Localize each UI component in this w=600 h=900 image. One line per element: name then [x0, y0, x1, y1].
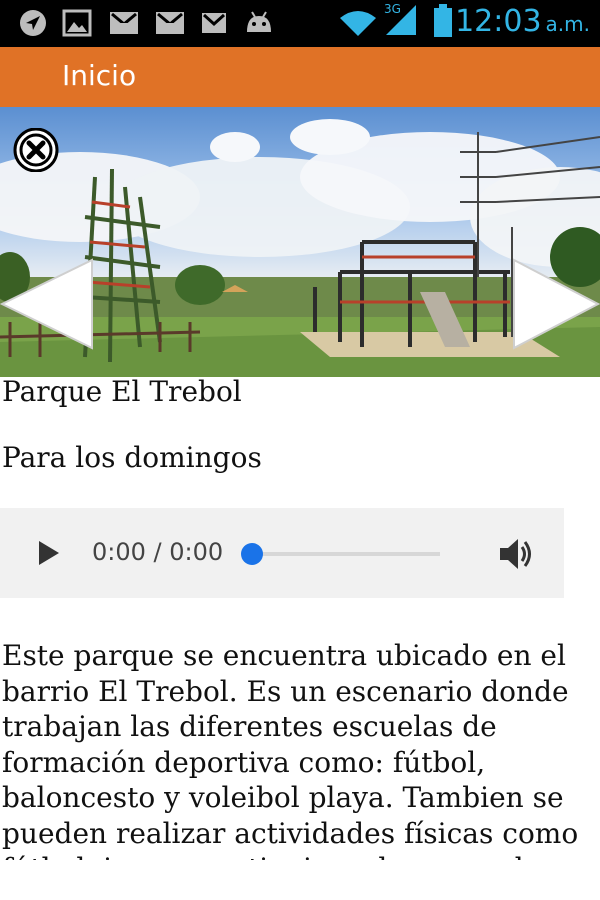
network-type-label: 3G [384, 2, 401, 16]
clock-ampm: a.m. [545, 12, 590, 36]
status-bar: 3G 12:03 a.m. [0, 0, 600, 47]
wifi-icon [338, 8, 378, 38]
close-button[interactable] [12, 128, 62, 172]
navigation-icon [18, 8, 48, 38]
clock: 12:03 a.m. [455, 4, 590, 39]
place-title: Parque El Trebol [2, 375, 242, 408]
android-icon [243, 8, 275, 38]
play-icon [39, 541, 59, 565]
audio-progress-thumb[interactable] [241, 543, 263, 565]
signal-icon: 3G [382, 2, 420, 35]
battery-icon [432, 4, 454, 37]
gmail-icon [154, 8, 186, 38]
gmail-icon [108, 8, 140, 38]
action-bar: Inicio [0, 47, 600, 107]
volume-icon [500, 539, 531, 569]
park-photo [0, 107, 600, 377]
gmail-icon [200, 8, 228, 38]
audio-progress-track[interactable] [250, 552, 440, 556]
play-button[interactable] [34, 538, 64, 568]
audio-player: 0:00 / 0:00 [0, 508, 564, 598]
page-title[interactable]: Inicio [62, 59, 136, 92]
arrow-right-icon [513, 258, 600, 350]
previous-button[interactable] [0, 258, 95, 350]
arrow-left-icon [0, 258, 93, 350]
place-description: Este parque se encuentra ubicado en el b… [2, 639, 579, 860]
image-icon [62, 8, 92, 38]
next-button[interactable] [512, 258, 600, 350]
clock-time: 12:03 [455, 4, 542, 39]
audio-time: 0:00 / 0:00 [92, 538, 224, 566]
volume-button[interactable] [496, 534, 536, 574]
close-icon [13, 128, 59, 172]
place-subtitle: Para los domingos [2, 441, 262, 474]
